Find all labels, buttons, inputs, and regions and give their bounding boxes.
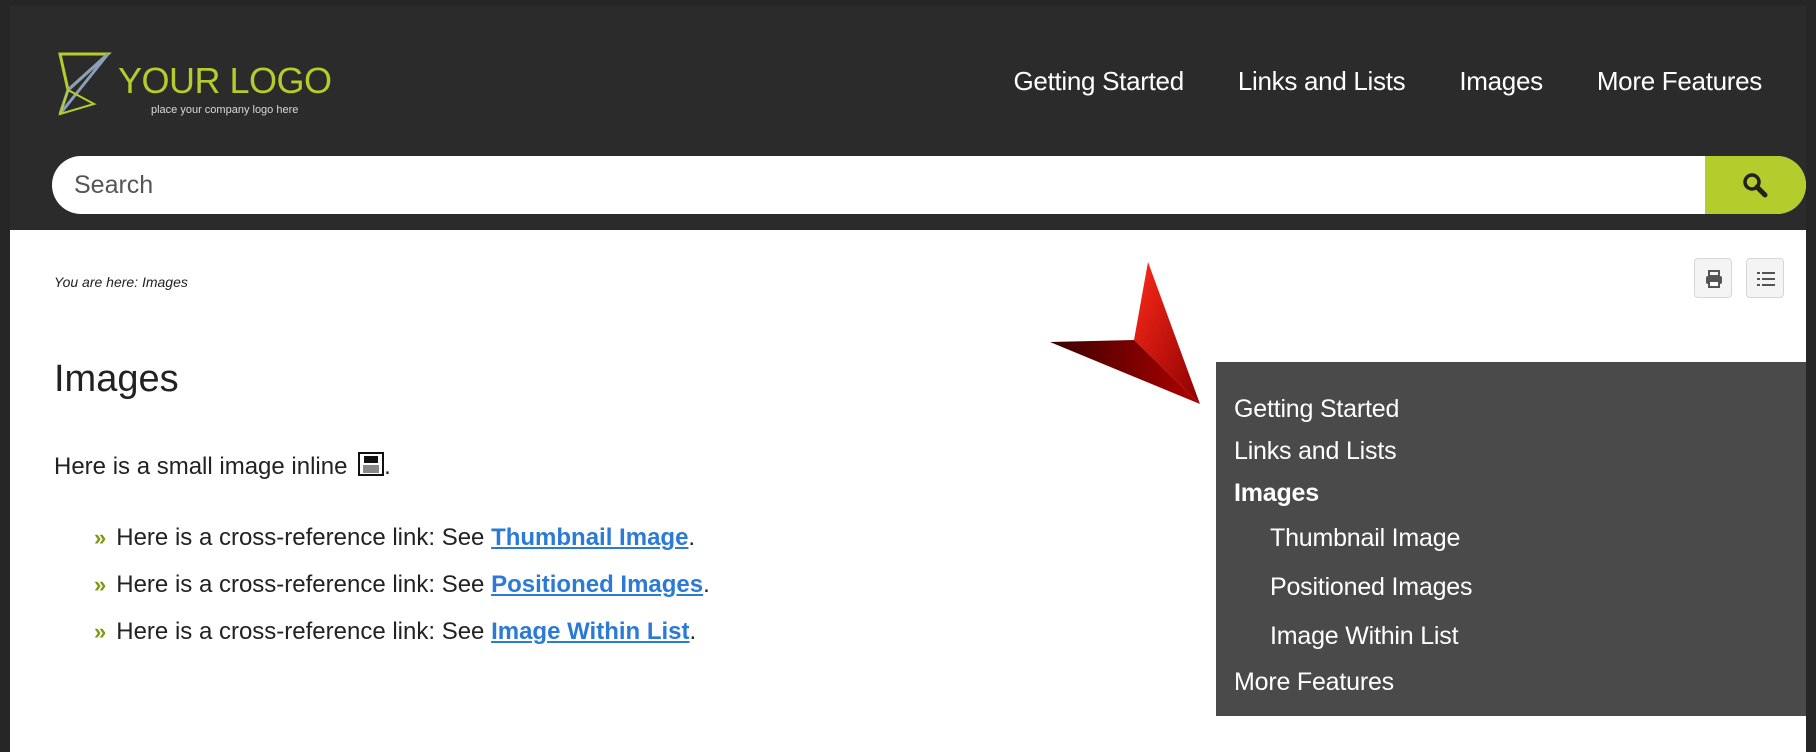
- save-disk-icon: [358, 452, 385, 476]
- list-item: » Here is a cross-reference link: See Thu…: [94, 524, 710, 571]
- side-item-positioned-images[interactable]: Positioned Images: [1270, 563, 1806, 612]
- nav-getting-started[interactable]: Getting Started: [1013, 66, 1184, 97]
- red-arrow-icon: [1050, 262, 1200, 404]
- logo-tagline: place your company logo here: [151, 104, 299, 116]
- xref-suffix: .: [703, 571, 710, 598]
- xref-prefix: Here is a cross-reference link: See: [116, 618, 492, 645]
- nav-more-features[interactable]: More Features: [1597, 66, 1762, 97]
- link-thumbnail-image[interactable]: Thumbnail Image: [491, 524, 688, 551]
- side-item-links-and-lists[interactable]: Links and Lists: [1234, 430, 1806, 472]
- xref-suffix: .: [689, 618, 697, 645]
- toc-button[interactable]: [1746, 258, 1784, 298]
- logo-mark-icon: [58, 52, 112, 116]
- toc-icon: [1757, 272, 1775, 286]
- xref-prefix: Here is a cross-reference link: See: [116, 524, 492, 551]
- bullet-icon: »: [94, 525, 107, 550]
- list-item: » Here is a cross-reference link: See Pos…: [94, 571, 710, 618]
- nav-images[interactable]: Images: [1459, 66, 1543, 97]
- logo-title: YOUR LOGO: [118, 60, 332, 101]
- search-icon: [1743, 173, 1768, 198]
- site-header: YOUR LOGO place your company logo here G…: [10, 6, 1806, 230]
- link-image-within-list[interactable]: Image Within List: [491, 618, 689, 645]
- intro-text: Here is a small image inline: [54, 453, 348, 480]
- search-button[interactable]: [1705, 156, 1806, 214]
- intro-paragraph: Here is a small image inline .: [54, 452, 391, 481]
- side-item-getting-started[interactable]: Getting Started: [1234, 388, 1806, 430]
- print-button[interactable]: [1694, 258, 1732, 298]
- side-item-thumbnail-image[interactable]: Thumbnail Image: [1270, 514, 1806, 563]
- page-title: Images: [54, 358, 179, 400]
- print-icon: [1706, 270, 1722, 288]
- list-item: » Here is a cross-reference link: See Ima…: [94, 618, 710, 665]
- side-item-more-features[interactable]: More Features: [1234, 661, 1806, 703]
- link-positioned-images[interactable]: Positioned Images: [491, 571, 703, 598]
- bullet-icon: »: [94, 572, 107, 597]
- side-menu: Getting Started Links and Lists Images T…: [1216, 362, 1806, 716]
- breadcrumb: You are here: Images: [54, 274, 188, 290]
- page-frame: YOUR LOGO place your company logo here G…: [10, 6, 1806, 752]
- xref-suffix: .: [688, 524, 696, 551]
- side-item-images[interactable]: Images: [1234, 472, 1806, 514]
- top-nav: Getting Started Links and Lists Images M…: [959, 66, 1762, 97]
- xref-prefix: Here is a cross-reference link: See: [116, 571, 492, 598]
- intro-end: .: [384, 453, 391, 480]
- search-bar: [52, 156, 1806, 214]
- logo[interactable]: YOUR LOGO place your company logo here: [54, 50, 384, 130]
- search-input[interactable]: [74, 156, 1674, 214]
- side-item-image-within-list[interactable]: Image Within List: [1270, 612, 1806, 661]
- xref-list: » Here is a cross-reference link: See Thu…: [94, 524, 710, 665]
- nav-links-and-lists[interactable]: Links and Lists: [1238, 66, 1406, 97]
- bullet-icon: »: [94, 619, 107, 644]
